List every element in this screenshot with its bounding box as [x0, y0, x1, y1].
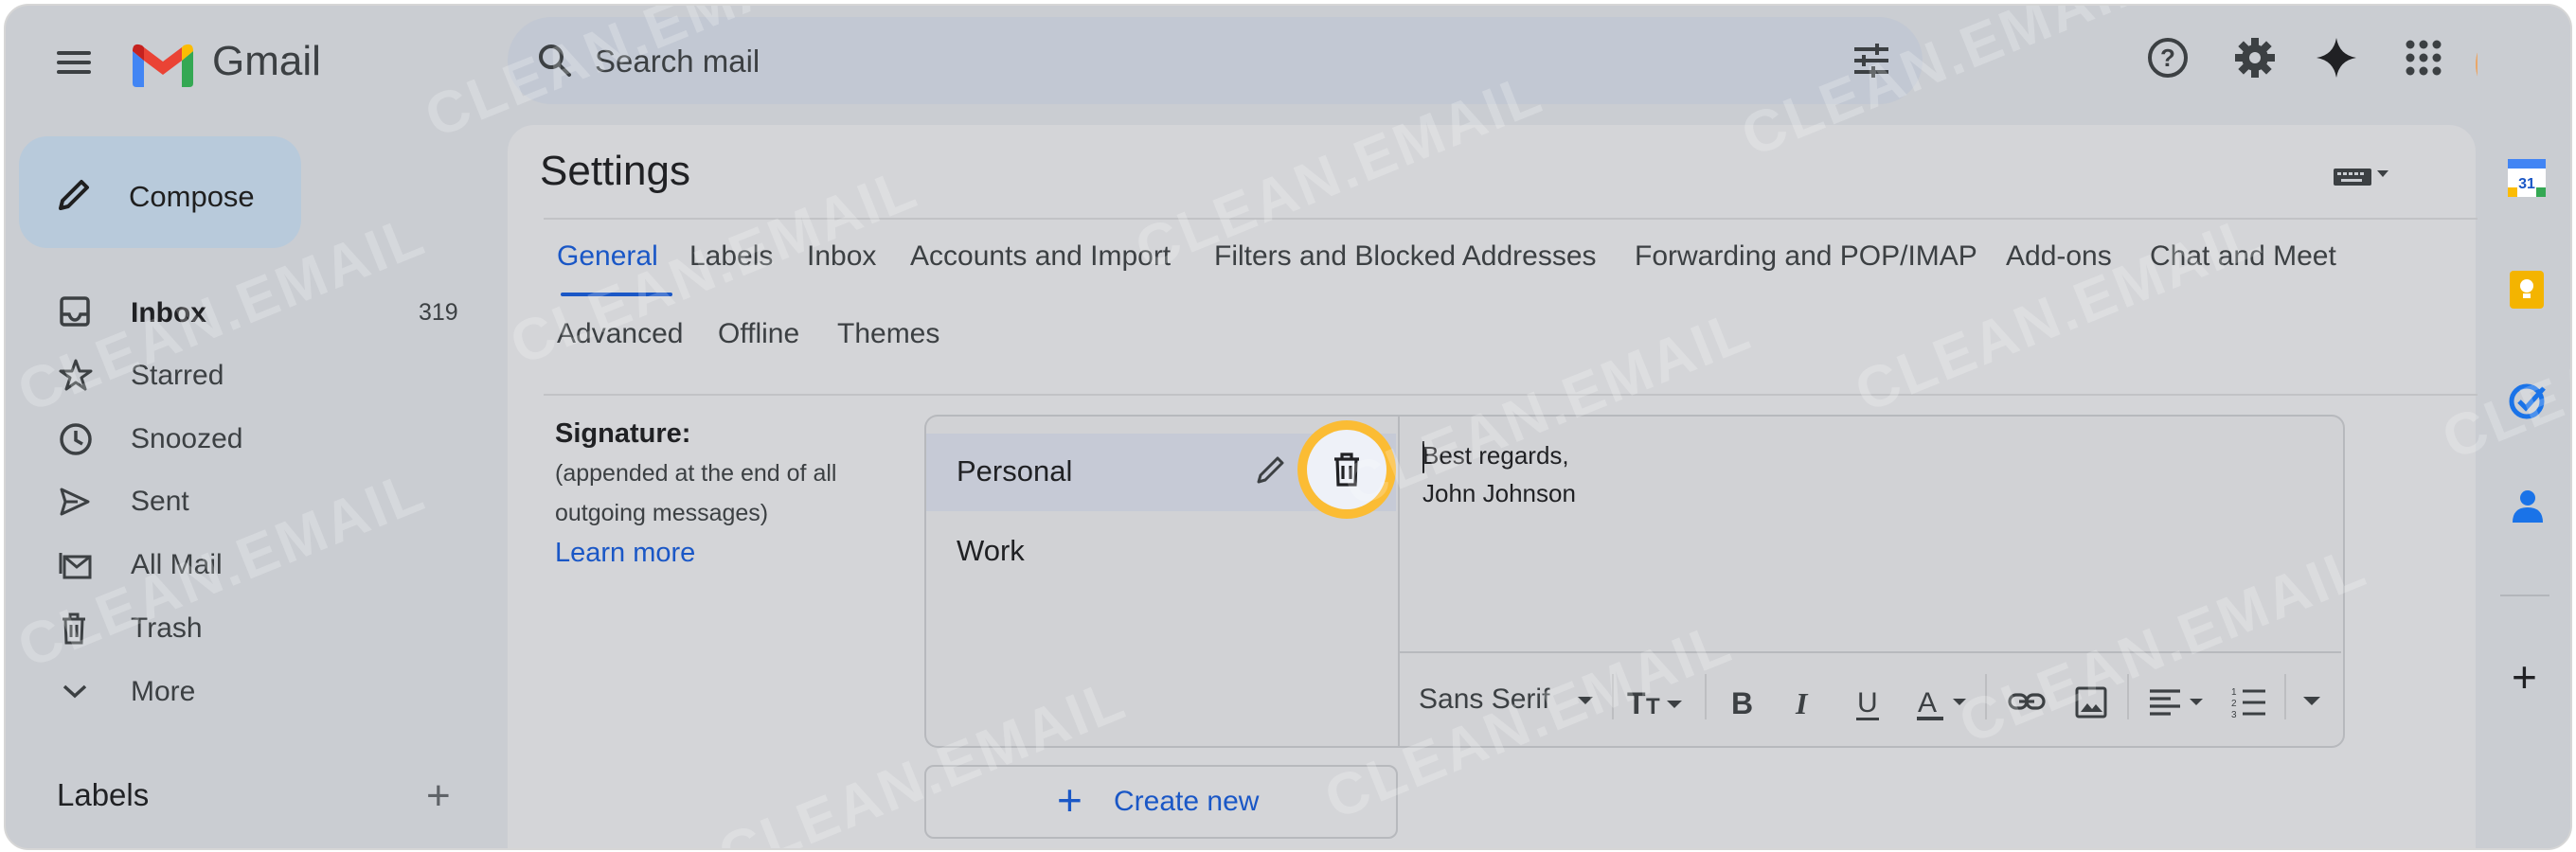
add-label-button[interactable]: + — [426, 772, 451, 820]
all-mail-icon — [59, 553, 92, 579]
keyboard-icon[interactable] — [2332, 163, 2392, 187]
learn-more-link[interactable]: Learn more — [555, 538, 695, 569]
tab-forwarding[interactable]: Forwarding and POP/IMAP — [1635, 240, 1977, 273]
keep-icon[interactable] — [2508, 269, 2546, 311]
signature-description: (appended at the end of all — [555, 460, 837, 487]
pencil-icon — [59, 180, 89, 210]
gemini-icon[interactable] — [2315, 36, 2358, 80]
nav-item-sent[interactable]: Sent — [131, 486, 189, 518]
svg-text:3: 3 — [2231, 710, 2237, 719]
svg-text:I: I — [1795, 686, 1809, 719]
toolbar-separator — [2284, 674, 2286, 719]
contacts-icon[interactable] — [2510, 487, 2546, 526]
signature-item-personal[interactable]: Personal — [957, 454, 1072, 488]
underline-icon[interactable]: U — [1852, 685, 1883, 723]
svg-text:31: 31 — [2518, 176, 2535, 192]
add-app-button[interactable]: + — [2512, 651, 2537, 702]
svg-text:1: 1 — [2231, 687, 2237, 698]
tab-themes[interactable]: Themes — [837, 318, 939, 350]
inbox-icon — [60, 296, 90, 327]
signature-description-2: outgoing messages) — [555, 500, 769, 526]
inbox-count: 319 — [419, 299, 458, 326]
align-icon[interactable] — [2148, 685, 2210, 719]
page-title: Settings — [540, 148, 690, 194]
labels-heading: Labels — [57, 777, 150, 812]
calendar-icon[interactable]: 31 — [2506, 157, 2548, 199]
more-formatting-icon[interactable] — [2301, 695, 2322, 708]
edit-icon[interactable] — [1254, 453, 1288, 487]
svg-text:U: U — [1857, 687, 1878, 719]
apps-icon[interactable] — [2402, 36, 2445, 80]
svg-text:2: 2 — [2231, 699, 2237, 709]
tab-offline[interactable]: Offline — [718, 318, 799, 350]
gear-icon[interactable] — [2233, 36, 2277, 80]
send-icon — [60, 488, 90, 516]
svg-text:?: ? — [2160, 44, 2175, 72]
nav-item-snoozed[interactable]: Snoozed — [131, 423, 242, 455]
clock-icon — [60, 423, 92, 455]
signature-heading: Signature: — [555, 418, 691, 449]
help-icon[interactable]: ? — [2146, 36, 2190, 80]
rail-divider — [2500, 595, 2549, 596]
gmail-wordmark: Gmail — [212, 38, 321, 84]
compose-label: Compose — [129, 180, 255, 213]
menu-icon[interactable] — [53, 45, 95, 80]
plus-icon: + — [1057, 775, 1082, 825]
app-window: Gmail Search mail ? Compose Inbox 319 St… — [4, 4, 2572, 850]
nav-item-more[interactable]: More — [131, 676, 195, 708]
tab-accounts-and-import[interactable]: Accounts and Import — [910, 240, 1171, 273]
tab-filters[interactable]: Filters and Blocked Addresses — [1214, 240, 1597, 273]
svg-text:A: A — [1918, 687, 1937, 719]
gmail-logo[interactable] — [129, 40, 197, 89]
numbered-list-icon[interactable]: 123 — [2231, 685, 2269, 719]
bold-icon[interactable]: B — [1727, 685, 1758, 719]
signature-item-work[interactable]: Work — [957, 534, 1025, 568]
svg-text:B: B — [1731, 686, 1753, 719]
chevron-down-icon — [63, 684, 87, 699]
italic-icon[interactable]: I — [1790, 685, 1820, 719]
create-new-label: Create new — [1114, 786, 1260, 817]
